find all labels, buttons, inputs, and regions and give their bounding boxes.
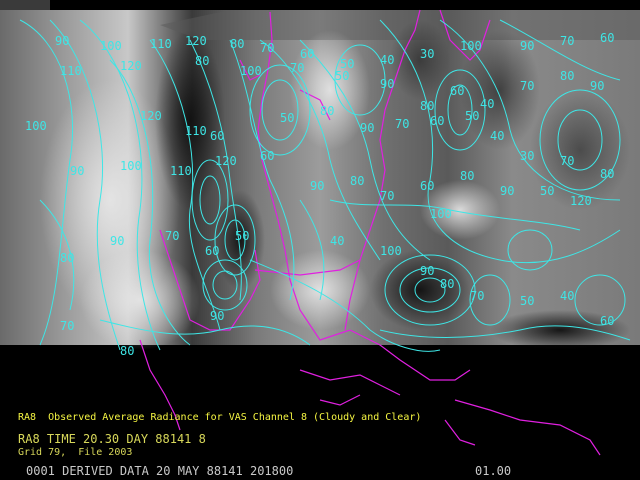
status-right: 01.00 [475, 464, 512, 478]
contour-value-label: 100 [460, 39, 482, 53]
contour-value-label: 100 [430, 207, 452, 221]
contour-value-label: 50 [520, 294, 534, 308]
contour-value-label: 70 [520, 79, 534, 93]
contour-value-label: 90 [360, 121, 374, 135]
contour-value-label: 80 [460, 169, 474, 183]
contour-value-label: 120 [185, 34, 207, 48]
contour-value-label: 70 [60, 319, 74, 333]
contour-value-label: 90 [310, 179, 324, 193]
contour-value-label: 40 [490, 129, 504, 143]
contour-value-label: 110 [170, 164, 192, 178]
contour-value-label: 90 [590, 79, 604, 93]
contour-value-label: 60 [260, 149, 274, 163]
contour-value-label: 40 [330, 234, 344, 248]
satellite-display: 90 100 110 120 80 70 60 50 40 30 100 90 70 60 110 120 80… [0, 0, 640, 480]
contour-value-label: 100 [120, 159, 142, 173]
contour-value-label: 80 [600, 167, 614, 181]
contour-value-label: 30 [420, 47, 434, 61]
contour-value-label: 120 [140, 109, 162, 123]
contour-value-label: 30 [520, 149, 534, 163]
contour-value-label: 70 [395, 117, 409, 131]
contour-value-label: 90 [420, 264, 434, 278]
contour-value-label: 60 [600, 314, 614, 328]
contour-value-label: 70 [165, 229, 179, 243]
contour-value-label: 40 [380, 53, 394, 67]
contour-value-label: 70 [260, 41, 274, 55]
status-bar: 0001 DERIVED DATA 20 MAY 88141 201800 01… [0, 464, 640, 480]
contour-value-label: 80 [120, 344, 134, 358]
contour-value-label: 80 [320, 104, 334, 118]
contour-value-label: 60 [300, 47, 314, 61]
contour-value-label: 80 [420, 99, 434, 113]
contour-value-label: 110 [185, 124, 207, 138]
contour-value-label: 50 [465, 109, 479, 123]
contour-value-label: 50 [335, 69, 349, 83]
contour-value-label: 80 [440, 277, 454, 291]
contour-value-label: 100 [240, 64, 262, 78]
contour-value-label: 120 [215, 154, 237, 168]
contour-value-label: 80 [350, 174, 364, 188]
contour-value-label: 90 [55, 34, 69, 48]
contour-value-label: 40 [480, 97, 494, 111]
contour-value-label: 70 [380, 189, 394, 203]
contour-value-label: 90 [380, 77, 394, 91]
contour-value-label: 90 [500, 184, 514, 198]
contour-value-label: 60 [600, 31, 614, 45]
contour-value-label: 60 [205, 244, 219, 258]
contour-value-label: 70 [290, 61, 304, 75]
contour-value-label: 120 [570, 194, 592, 208]
contour-value-label: 70 [560, 34, 574, 48]
contour-value-label: 70 [470, 289, 484, 303]
radiance-image [0, 0, 640, 350]
contour-value-label: 60 [210, 129, 224, 143]
contour-value-label: 60 [420, 179, 434, 193]
contour-value-label: 80 [195, 54, 209, 68]
status-left: 0001 DERIVED DATA 20 MAY 88141 201800 [26, 464, 294, 478]
contour-value-label: 100 [100, 39, 122, 53]
contour-value-label: 60 [430, 114, 444, 128]
contour-value-label: 100 [25, 119, 47, 133]
contour-value-label: 50 [235, 229, 249, 243]
contour-value-label: 100 [380, 244, 402, 258]
product-time: RA8 TIME 20.30 DAY 88141 8 [18, 432, 206, 446]
contour-value-label: 50 [540, 184, 554, 198]
contour-value-label: 50 [280, 111, 294, 125]
contour-value-label: 40 [560, 289, 574, 303]
contour-value-label: 90 [210, 309, 224, 323]
contour-value-label: 70 [560, 154, 574, 168]
radiance-map: 90 100 110 120 80 70 6050 40 30100 90 70 60110 120 80… [0, 0, 640, 456]
contour-value-label: 80 [60, 251, 74, 265]
contour-value-label: 80 [560, 69, 574, 83]
contour-value-label: 120 [120, 59, 142, 73]
contour-value-label: 90 [110, 234, 124, 248]
product-grid-file: Grid 79, File 2003 [18, 447, 133, 458]
contour-value-label: 110 [150, 37, 172, 51]
contour-value-label: 90 [520, 39, 534, 53]
contour-value-label: 80 [230, 37, 244, 51]
product-title: RA8 Observed Average Radiance for VAS Ch… [18, 412, 422, 423]
contour-value-label: 90 [70, 164, 84, 178]
contour-value-label: 110 [60, 64, 82, 78]
contour-value-label: 60 [450, 84, 464, 98]
